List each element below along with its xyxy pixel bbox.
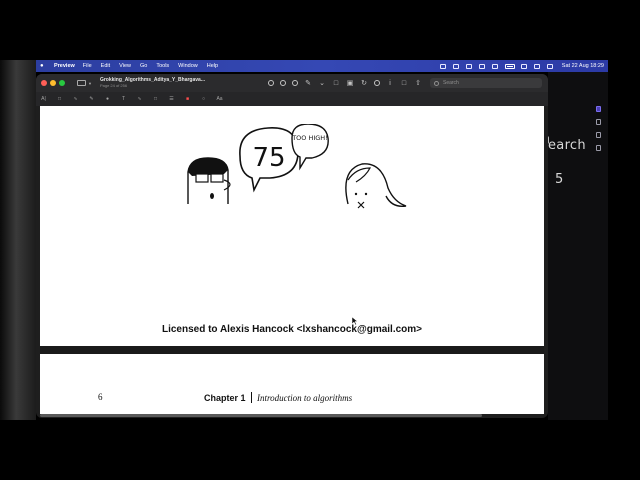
spotlight-search-icon[interactable] <box>533 63 540 69</box>
license-watermark: Licensed to Alexis Hancock <lxshancock@g… <box>161 324 423 335</box>
sign-icon[interactable]: □ <box>400 80 408 87</box>
background-app-window: earch 5 <box>548 72 608 420</box>
menu-bar: ● Preview File Edit View Go Tools Window… <box>36 60 608 72</box>
preview-window: ▼ Grokking_Algorithms_Aditya_Y_Bhargava.… <box>36 74 548 418</box>
chapter-label: Chapter 1 <box>204 392 246 403</box>
background-peek-number: 5 <box>555 172 564 187</box>
chapter-header: Chapter 1 Introduction to algorithms <box>204 392 352 403</box>
zoom-out-icon[interactable] <box>268 80 274 86</box>
status-bluetooth-icon[interactable] <box>491 63 498 69</box>
rect-selection-icon[interactable]: □ <box>56 96 63 102</box>
glasses-right <box>210 173 224 183</box>
text-selection-icon[interactable]: A| <box>40 96 47 102</box>
page-indicator: Page 24 of 256 <box>99 82 128 88</box>
page-number: 6 <box>98 392 103 402</box>
background-side-icons <box>596 106 606 158</box>
search-placeholder: Search <box>443 80 459 86</box>
menu-file[interactable]: File <box>83 63 92 69</box>
chapter-title: Introduction to algorithms <box>257 392 353 403</box>
menu-help[interactable]: Help <box>207 63 218 69</box>
menu-window[interactable]: Window <box>178 63 198 69</box>
document-title-block: Grokking_Algorithms_Aditya_Y_Bhargava...… <box>100 78 205 88</box>
close-button[interactable] <box>41 80 47 86</box>
status-area: Sat 22 Aug 18:29 <box>439 63 604 69</box>
blurred-background-left <box>0 60 36 420</box>
sketch-icon[interactable]: ∿ <box>72 96 79 102</box>
apple-icon[interactable]: ● <box>40 63 50 69</box>
chapter-divider <box>250 392 253 403</box>
page-gap <box>40 346 544 354</box>
minimize-button[interactable] <box>50 80 56 86</box>
menu-edit[interactable]: Edit <box>101 63 110 69</box>
bubble-text: TOO HIGH! <box>291 134 328 142</box>
character-woman <box>345 163 407 207</box>
menu-view[interactable]: View <box>119 63 131 69</box>
search-field[interactable]: Search <box>430 78 542 88</box>
rotate-icon[interactable]: ↻ <box>360 79 368 87</box>
bubble-number: 75 <box>252 143 285 173</box>
info-icon[interactable]: i <box>386 80 394 87</box>
control-center-icon[interactable] <box>546 63 553 69</box>
annotate-icon[interactable] <box>374 80 380 86</box>
border-color-icon[interactable]: ■ <box>184 96 191 102</box>
menu-tools[interactable]: Tools <box>156 63 169 69</box>
background-peek-text: earch <box>548 138 586 153</box>
text-style-icon[interactable]: Aa <box>216 96 223 102</box>
horizontal-scrollbar[interactable] <box>40 414 482 417</box>
pen-chevron-icon[interactable]: ⌄ <box>318 79 326 87</box>
zoom-button[interactable] <box>59 80 65 86</box>
text-box-icon[interactable]: T <box>120 96 127 102</box>
status-shield-icon[interactable] <box>478 63 485 69</box>
background-sidebar-icon-3 <box>596 132 601 138</box>
share-icon[interactable]: ⇧ <box>414 79 422 87</box>
shapes-icon[interactable]: ● <box>104 96 111 102</box>
toolbar-actions: ✎ ⌄ □ ▣ ↻ i □ ⇧ Search <box>262 78 542 88</box>
menu-go[interactable]: Go <box>140 63 147 69</box>
chevron-down-icon[interactable]: ▼ <box>88 81 92 86</box>
background-sidebar-icon-2 <box>596 119 601 125</box>
cartoon-illustration: 75 TOO HIGH! <box>187 124 407 209</box>
wifi-icon[interactable] <box>520 63 527 69</box>
status-screen-icon[interactable] <box>452 63 459 69</box>
fill-color-icon[interactable]: ○ <box>200 96 207 102</box>
zoom-in-icon[interactable] <box>280 80 286 86</box>
glasses-left <box>195 173 209 183</box>
sidebar-toggle-icon[interactable] <box>77 80 86 86</box>
window-toolbar: ▼ Grokking_Algorithms_Aditya_Y_Bhargava.… <box>36 74 548 92</box>
shape-style-icon[interactable]: ☰ <box>168 96 175 102</box>
status-grid-icon[interactable] <box>465 63 472 69</box>
note-icon[interactable]: □ <box>152 96 159 102</box>
markup-pen-icon[interactable]: ✎ <box>304 79 312 87</box>
pdf-page[interactable]: 75 TOO HIGH! Licensed to Alexis Hancock … <box>40 106 544 346</box>
traffic-lights <box>41 80 68 86</box>
search-icon <box>434 80 439 86</box>
clock[interactable]: Sat 22 Aug 18:29 <box>562 63 604 69</box>
pdf-page-next[interactable]: 6 Chapter 1 Introduction to algorithms <box>40 354 544 414</box>
signature-icon[interactable]: ∿ <box>136 96 143 102</box>
background-sidebar-icon-4 <box>596 145 601 151</box>
highlight-icon[interactable]: □ <box>332 80 340 87</box>
zoom-fit-icon[interactable] <box>292 80 298 86</box>
draw-icon[interactable]: ✎ <box>88 96 95 102</box>
menu-app-name[interactable]: Preview <box>54 63 75 69</box>
background-sidebar-icon-1 <box>596 106 601 112</box>
battery-icon[interactable] <box>504 63 515 69</box>
markup-toolbar: A| □ ∿ ✎ ● T ∿ □ ☰ ■ ○ Aa <box>36 92 548 106</box>
resize-icon[interactable]: ▣ <box>346 79 354 87</box>
status-record-icon[interactable] <box>439 63 446 69</box>
